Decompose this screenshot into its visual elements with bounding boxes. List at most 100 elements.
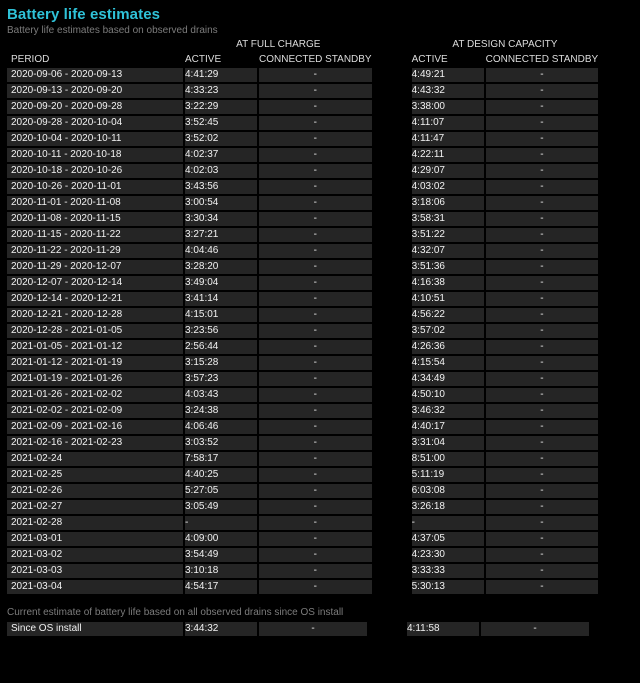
row-active-design: 4:03:02 xyxy=(411,180,484,194)
row-standby-design: - xyxy=(485,292,599,306)
row-gap xyxy=(374,100,410,114)
row-standby-full: - xyxy=(259,244,372,258)
row-active-full: 3:03:52 xyxy=(185,436,257,450)
row-active-full: 4:06:46 xyxy=(185,420,257,434)
row-period: 2020-10-18 - 2020-10-26 xyxy=(7,164,183,178)
row-gap xyxy=(374,388,410,402)
row-standby-design: - xyxy=(485,468,599,482)
row-active-design: 4:34:49 xyxy=(411,372,484,386)
row-active-design: 3:51:36 xyxy=(411,260,484,274)
row-active-full: 3:24:38 xyxy=(185,404,257,418)
row-active-full: 3:28:20 xyxy=(185,260,257,274)
row-gap xyxy=(374,404,410,418)
row-active-design: 3:33:33 xyxy=(411,564,484,578)
row-period: 2020-10-11 - 2020-10-18 xyxy=(7,148,183,162)
row-period: 2020-11-22 - 2020-11-29 xyxy=(7,244,183,258)
row-active-design: 4:49:21 xyxy=(411,68,484,82)
row-gap xyxy=(374,324,410,338)
row-standby-design: - xyxy=(485,180,599,194)
row-active-design: 8:51:00 xyxy=(411,452,484,466)
row-active-design: 3:31:04 xyxy=(411,436,484,450)
row-active-design: 4:32:07 xyxy=(411,244,484,258)
row-standby-full: - xyxy=(259,308,372,322)
column-header-active-design: ACTIVE xyxy=(411,54,448,65)
row-active-full: 7:58:17 xyxy=(185,452,257,466)
row-active-design: 3:46:32 xyxy=(411,404,484,418)
row-period: 2020-11-29 - 2020-12-07 xyxy=(7,260,183,274)
table-row: 2020-09-06 - 2020-09-13 4:41:29-4:49:21- xyxy=(7,68,599,82)
row-period: 2020-11-08 - 2020-11-15 xyxy=(7,212,183,226)
table-row: 2020-10-11 - 2020-10-18 4:02:37-4:22:11- xyxy=(7,148,599,162)
row-period: 2021-02-16 - 2021-02-23 xyxy=(7,436,183,450)
table-body: 2020-09-06 - 2020-09-13 4:41:29-4:49:21-2… xyxy=(7,68,599,594)
row-active-design: 3:38:00 xyxy=(411,100,484,114)
row-active-design: 4:15:54 xyxy=(411,356,484,370)
row-period: 2021-02-09 - 2021-02-16 xyxy=(7,420,183,434)
row-gap xyxy=(374,548,410,562)
row-gap xyxy=(374,228,410,242)
row-period: 2020-10-04 - 2020-10-11 xyxy=(7,132,183,146)
row-standby-design: - xyxy=(485,500,599,514)
row-standby-full: - xyxy=(259,68,372,82)
row-gap xyxy=(374,212,410,226)
row-standby-full: - xyxy=(259,372,372,386)
row-standby-full: - xyxy=(259,100,372,114)
row-gap xyxy=(374,292,410,306)
row-active-full: 3:52:45 xyxy=(185,116,257,130)
table-row: 2020-10-26 - 2020-11-01 3:43:56-4:03:02- xyxy=(7,180,599,194)
row-active-full: 3:22:29 xyxy=(185,100,257,114)
row-active-design: 4:29:07 xyxy=(411,164,484,178)
row-active-full: 3:43:56 xyxy=(185,180,257,194)
table-row: 2020-12-28 - 2021-01-05 3:23:56-3:57:02- xyxy=(7,324,599,338)
since-install-standby-full: - xyxy=(259,622,367,636)
row-period: 2020-11-15 - 2020-11-22 xyxy=(7,228,183,242)
section-title: Battery life estimates xyxy=(7,6,161,23)
row-active-full: 3:27:21 xyxy=(185,228,257,242)
row-period: 2020-11-01 - 2020-11-08 xyxy=(7,196,183,210)
row-standby-design: - xyxy=(485,116,599,130)
row-standby-design: - xyxy=(485,244,599,258)
row-active-design: 4:40:17 xyxy=(411,420,484,434)
table-row: 2021-01-26 - 2021-02-02 4:03:43-4:50:10- xyxy=(7,388,599,402)
row-standby-full: - xyxy=(259,436,372,450)
row-active-full: 3:49:04 xyxy=(185,276,257,290)
row-standby-design: - xyxy=(485,212,599,226)
row-active-full: 4:15:01 xyxy=(185,308,257,322)
row-standby-design: - xyxy=(485,548,599,562)
row-active-full: 4:54:17 xyxy=(185,580,257,594)
row-standby-full: - xyxy=(259,356,372,370)
row-standby-design: - xyxy=(485,164,599,178)
row-standby-full: - xyxy=(259,132,372,146)
row-active-full: 4:41:29 xyxy=(185,68,257,82)
row-active-full: 4:03:43 xyxy=(185,388,257,402)
group-header-gap xyxy=(374,39,410,51)
row-active-full: 4:04:46 xyxy=(185,244,257,258)
row-active-design: 3:18:06 xyxy=(411,196,484,210)
row-period: 2020-09-20 - 2020-09-28 xyxy=(7,100,183,114)
row-active-design: 4:11:47 xyxy=(411,132,484,146)
row-standby-design: - xyxy=(485,196,599,210)
row-active-design: 6:03:08 xyxy=(411,484,484,498)
row-active-design: 3:57:02 xyxy=(411,324,484,338)
row-standby-full: - xyxy=(259,228,372,242)
table-row: 2021-02-27 3:05:49-3:26:18- xyxy=(7,500,599,514)
row-standby-design: - xyxy=(485,580,599,594)
row-standby-full: - xyxy=(259,324,372,338)
table-row: 2020-12-14 - 2020-12-21 3:41:14-4:10:51- xyxy=(7,292,599,306)
since-install-active-full: 3:44:32 xyxy=(185,622,257,636)
column-header-active-full: ACTIVE xyxy=(185,54,222,65)
row-standby-design: - xyxy=(485,148,599,162)
since-install-row: Since OS install 3:44:32 - 4:11:58 - xyxy=(7,622,589,636)
row-active-full: 4:09:00 xyxy=(185,532,257,546)
battery-report-section: Battery life estimates Battery life esti… xyxy=(0,0,640,638)
row-gap xyxy=(374,564,410,578)
table-row: 2020-11-29 - 2020-12-07 3:28:20-3:51:36- xyxy=(7,260,599,274)
group-header-row: AT FULL CHARGE AT DESIGN CAPACITY xyxy=(7,39,598,51)
row-standby-full: - xyxy=(259,484,372,498)
table-row: 2020-11-01 - 2020-11-08 3:00:54-3:18:06- xyxy=(7,196,599,210)
row-gap xyxy=(374,260,410,274)
row-active-full: 3:57:23 xyxy=(185,372,257,386)
row-gap xyxy=(374,308,410,322)
row-active-full: 3:54:49 xyxy=(185,548,257,562)
row-active-full: 3:10:18 xyxy=(185,564,257,578)
